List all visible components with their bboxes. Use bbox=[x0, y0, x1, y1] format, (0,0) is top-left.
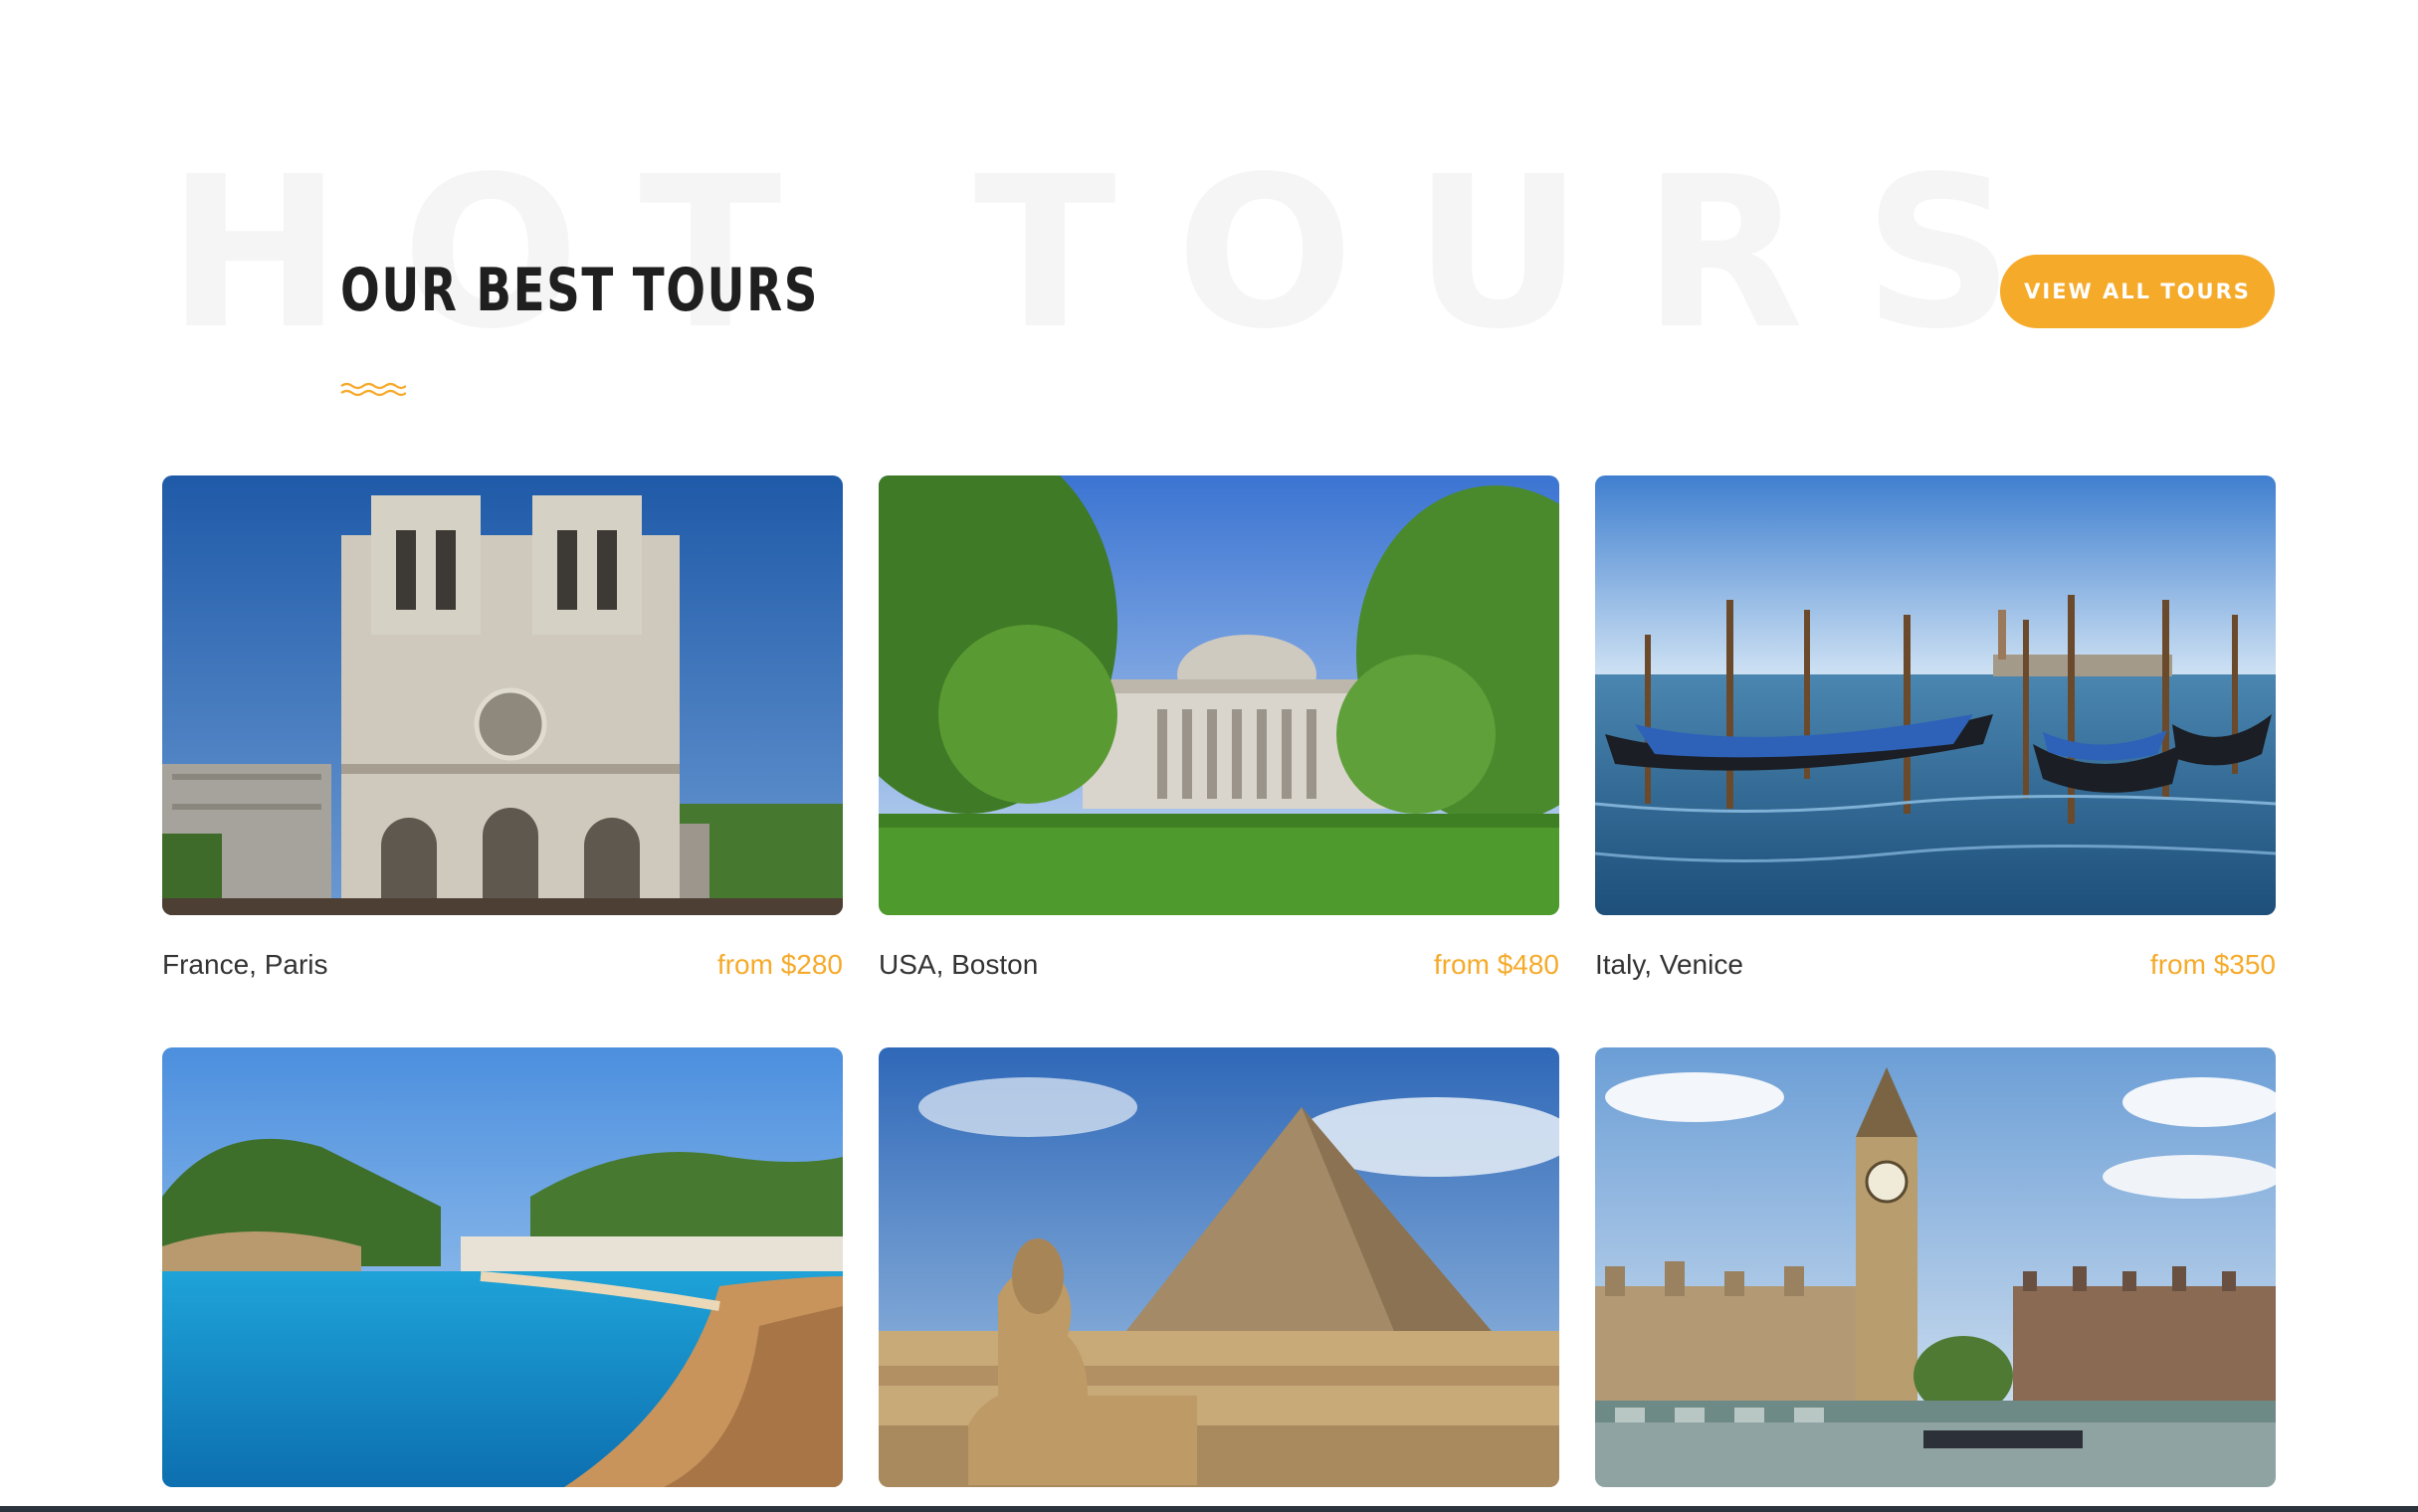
tour-name[interactable]: France, Paris bbox=[162, 951, 328, 979]
wave-divider-icon bbox=[340, 382, 406, 397]
big-ben-image bbox=[1595, 1047, 2276, 1487]
venice-gondolas-image bbox=[1595, 475, 2276, 915]
tour-card-egypt[interactable] bbox=[879, 1047, 1559, 1512]
view-all-tours-button[interactable]: VIEW ALL TOURS bbox=[2000, 255, 2275, 328]
tour-image-egypt[interactable] bbox=[879, 1047, 1559, 1487]
hot-tours-watermark: HOT TOURS bbox=[167, 131, 2074, 375]
section-title: OUR BEST TOURS bbox=[340, 256, 819, 325]
tour-image-venice[interactable] bbox=[1595, 475, 2276, 915]
tour-card-boston[interactable]: USA, Boston from $480 bbox=[879, 475, 1559, 979]
tour-price: from $480 bbox=[1433, 949, 1559, 980]
tour-name[interactable]: Italy, Venice bbox=[1595, 951, 1743, 979]
tour-price: from $280 bbox=[716, 949, 843, 980]
bottom-bar bbox=[0, 1506, 2418, 1512]
tour-card-paris[interactable]: France, Paris from $280 bbox=[162, 475, 843, 979]
tour-card-coast[interactable] bbox=[162, 1047, 843, 1512]
coastal-beach-image bbox=[162, 1047, 843, 1487]
tour-price: from $350 bbox=[2149, 949, 2276, 980]
tour-image-paris[interactable] bbox=[162, 475, 843, 915]
tour-image-coast[interactable] bbox=[162, 1047, 843, 1487]
tour-card-venice[interactable]: Italy, Venice from $350 bbox=[1595, 475, 2276, 979]
boston-dome-image bbox=[879, 475, 1559, 915]
tour-card-london[interactable] bbox=[1595, 1047, 2276, 1512]
tour-image-london[interactable] bbox=[1595, 1047, 2276, 1487]
tour-image-boston[interactable] bbox=[879, 475, 1559, 915]
pyramid-sphinx-image bbox=[879, 1047, 1559, 1487]
notre-dame-image bbox=[162, 475, 843, 915]
tour-name[interactable]: USA, Boston bbox=[879, 951, 1038, 979]
